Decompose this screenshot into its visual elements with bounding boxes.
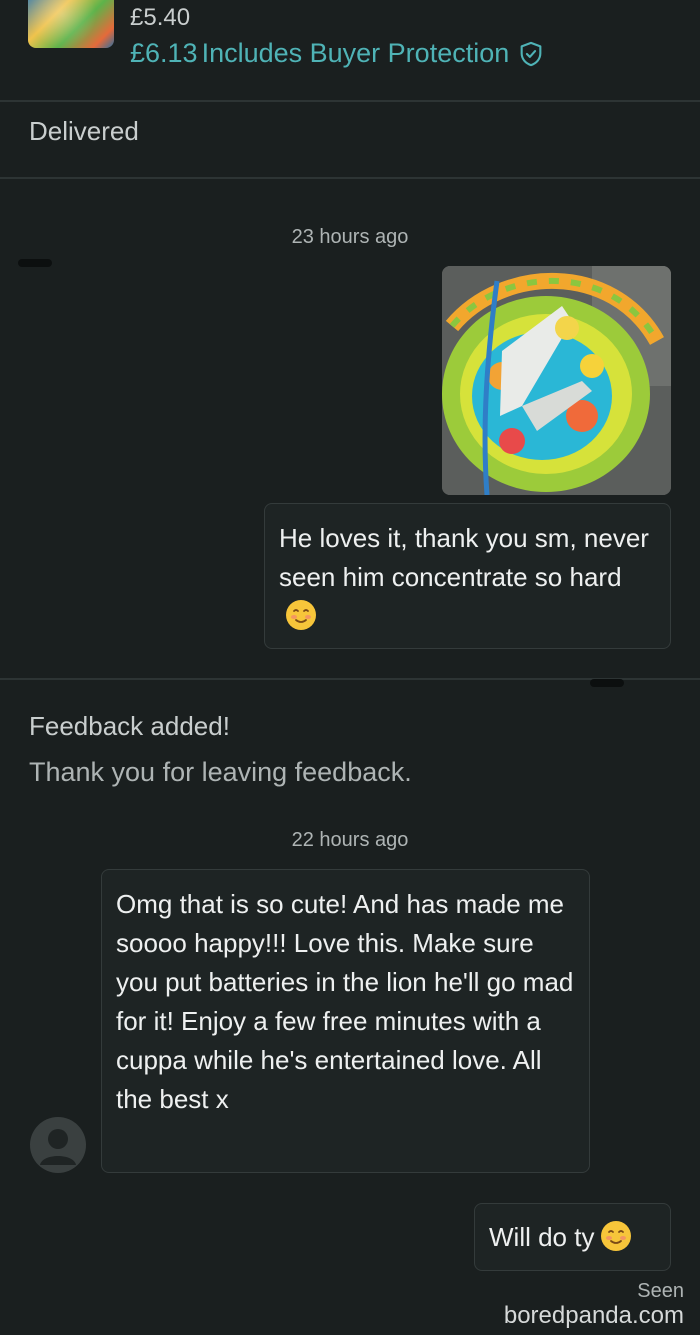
- message-text: He loves it, thank you sm, never seen hi…: [279, 523, 649, 592]
- feedback-subtitle: Thank you for leaving feedback.: [29, 757, 412, 787]
- shield-check-icon: [520, 41, 542, 66]
- watermark: boredpanda.com: [503, 1302, 684, 1329]
- message-bubble-received[interactable]: Omg that is so cute! And has made me soo…: [101, 869, 590, 1173]
- baby-play-mat-photo: [442, 266, 671, 495]
- redaction-mark: [590, 679, 624, 687]
- item-price: £5.40: [130, 4, 191, 31]
- message-bubble-sent[interactable]: He loves it, thank you sm, never seen hi…: [264, 503, 671, 649]
- total-price: £6.13: [130, 38, 198, 68]
- feedback-title: Feedback added!: [29, 711, 230, 741]
- read-receipt: Seen: [637, 1280, 684, 1302]
- divider: [0, 177, 700, 179]
- message-text: Omg that is so cute! And has made me soo…: [116, 889, 574, 1114]
- delivered-status: Delivered: [29, 116, 139, 146]
- avatar[interactable]: [30, 1117, 86, 1173]
- smiling-face-icon: [601, 1221, 632, 1251]
- message-timestamp: 23 hours ago: [291, 226, 409, 248]
- total-price-line[interactable]: £6.13 Includes Buyer Protection: [130, 38, 545, 69]
- buyer-protection-label: Includes Buyer Protection: [201, 38, 510, 68]
- message-photo[interactable]: [442, 266, 671, 495]
- message-bubble-sent[interactable]: Will do ty: [474, 1203, 671, 1271]
- product-thumbnail[interactable]: [28, 0, 114, 48]
- redaction-mark: [18, 259, 52, 267]
- smiling-face-icon: [286, 600, 316, 630]
- user-silhouette-icon: [40, 1129, 76, 1165]
- message-timestamp: 22 hours ago: [291, 829, 409, 851]
- message-text: Will do ty: [489, 1222, 595, 1252]
- divider: [0, 100, 700, 102]
